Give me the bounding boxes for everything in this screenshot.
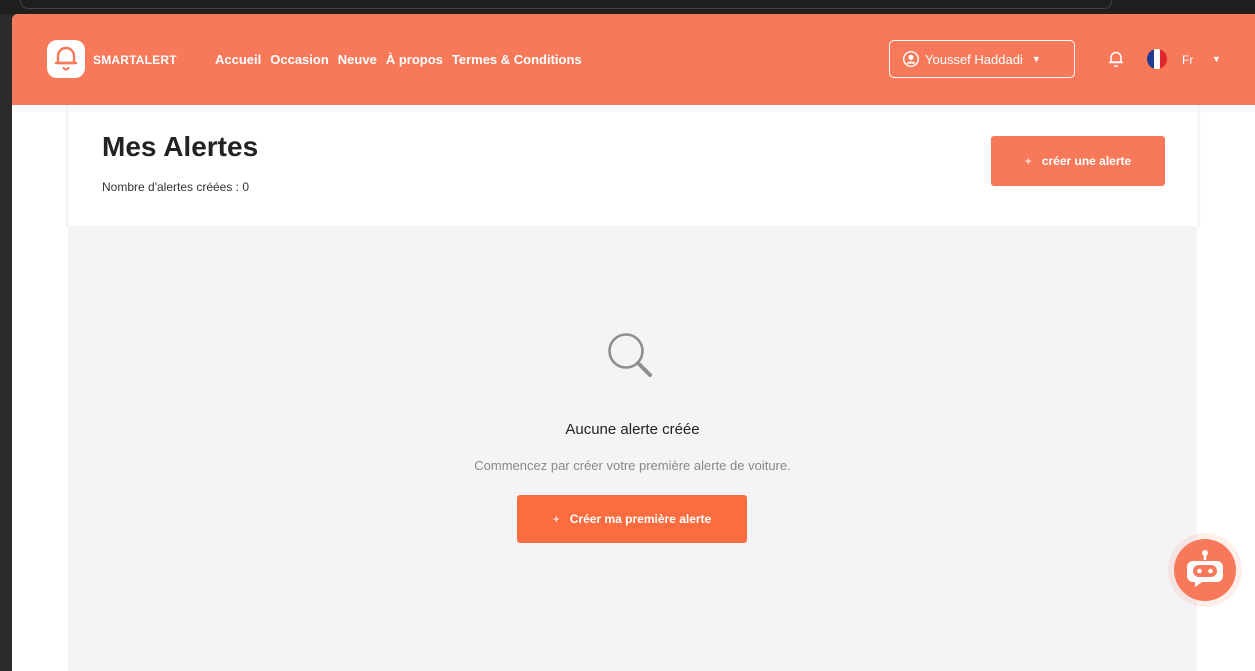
create-alert-label: créer une alerte xyxy=(1041,154,1132,168)
user-circle-icon xyxy=(903,51,919,67)
nav-links: Accueil Occasion Neuve À propos Termes &… xyxy=(215,52,582,67)
search-icon xyxy=(603,328,661,391)
user-name: Youssef Haddadi xyxy=(925,51,1023,67)
robot-icon xyxy=(1187,550,1223,587)
alert-count: Nombre d'alertes créées : 0 xyxy=(102,180,250,194)
bell-logo-icon xyxy=(54,46,78,71)
navbar: SMARTALERT Accueil Occasion Neuve À prop… xyxy=(12,14,1255,105)
empty-state-subtitle: Commencez par créer votre première alert… xyxy=(474,458,791,473)
nav-link-neuve[interactable]: Neuve xyxy=(338,52,377,67)
chevron-down-icon: ▼ xyxy=(1031,54,1041,64)
flag-france-icon[interactable] xyxy=(1147,49,1167,69)
app-window: SMARTALERT Accueil Occasion Neuve À prop… xyxy=(12,14,1255,671)
browser-top-strip xyxy=(0,0,1255,14)
plus-icon: + xyxy=(552,512,560,526)
nav-link-a-propos[interactable]: À propos xyxy=(386,52,443,67)
browser-tab-outline xyxy=(20,0,1112,9)
create-first-alert-button[interactable]: + Créer ma première alerte xyxy=(517,495,747,543)
plus-icon: + xyxy=(1024,154,1032,168)
create-first-alert-label: Créer ma première alerte xyxy=(569,512,712,526)
create-alert-button[interactable]: + créer une alerte xyxy=(991,136,1165,186)
empty-state-title: Aucune alerte créée xyxy=(565,421,700,438)
empty-state: Aucune alerte créée Commencez par créer … xyxy=(68,226,1197,671)
page-header: Mes Alertes Nombre d'alertes créées : 0 … xyxy=(67,105,1199,226)
nav-link-occasion[interactable]: Occasion xyxy=(270,52,329,67)
nav-link-accueil[interactable]: Accueil xyxy=(215,52,261,67)
chevron-down-icon[interactable]: ▼ xyxy=(1212,54,1221,64)
nav-link-termes[interactable]: Termes & Conditions xyxy=(452,52,582,67)
language-code[interactable]: Fr xyxy=(1182,53,1193,67)
logo[interactable] xyxy=(47,40,85,78)
page-title: Mes Alertes xyxy=(102,131,259,162)
user-menu-button[interactable]: Youssef Haddadi ▼ xyxy=(889,40,1075,78)
bell-icon[interactable] xyxy=(1108,50,1124,73)
chatbot-button[interactable] xyxy=(1174,539,1236,601)
brand-name[interactable]: SMARTALERT xyxy=(93,53,177,67)
